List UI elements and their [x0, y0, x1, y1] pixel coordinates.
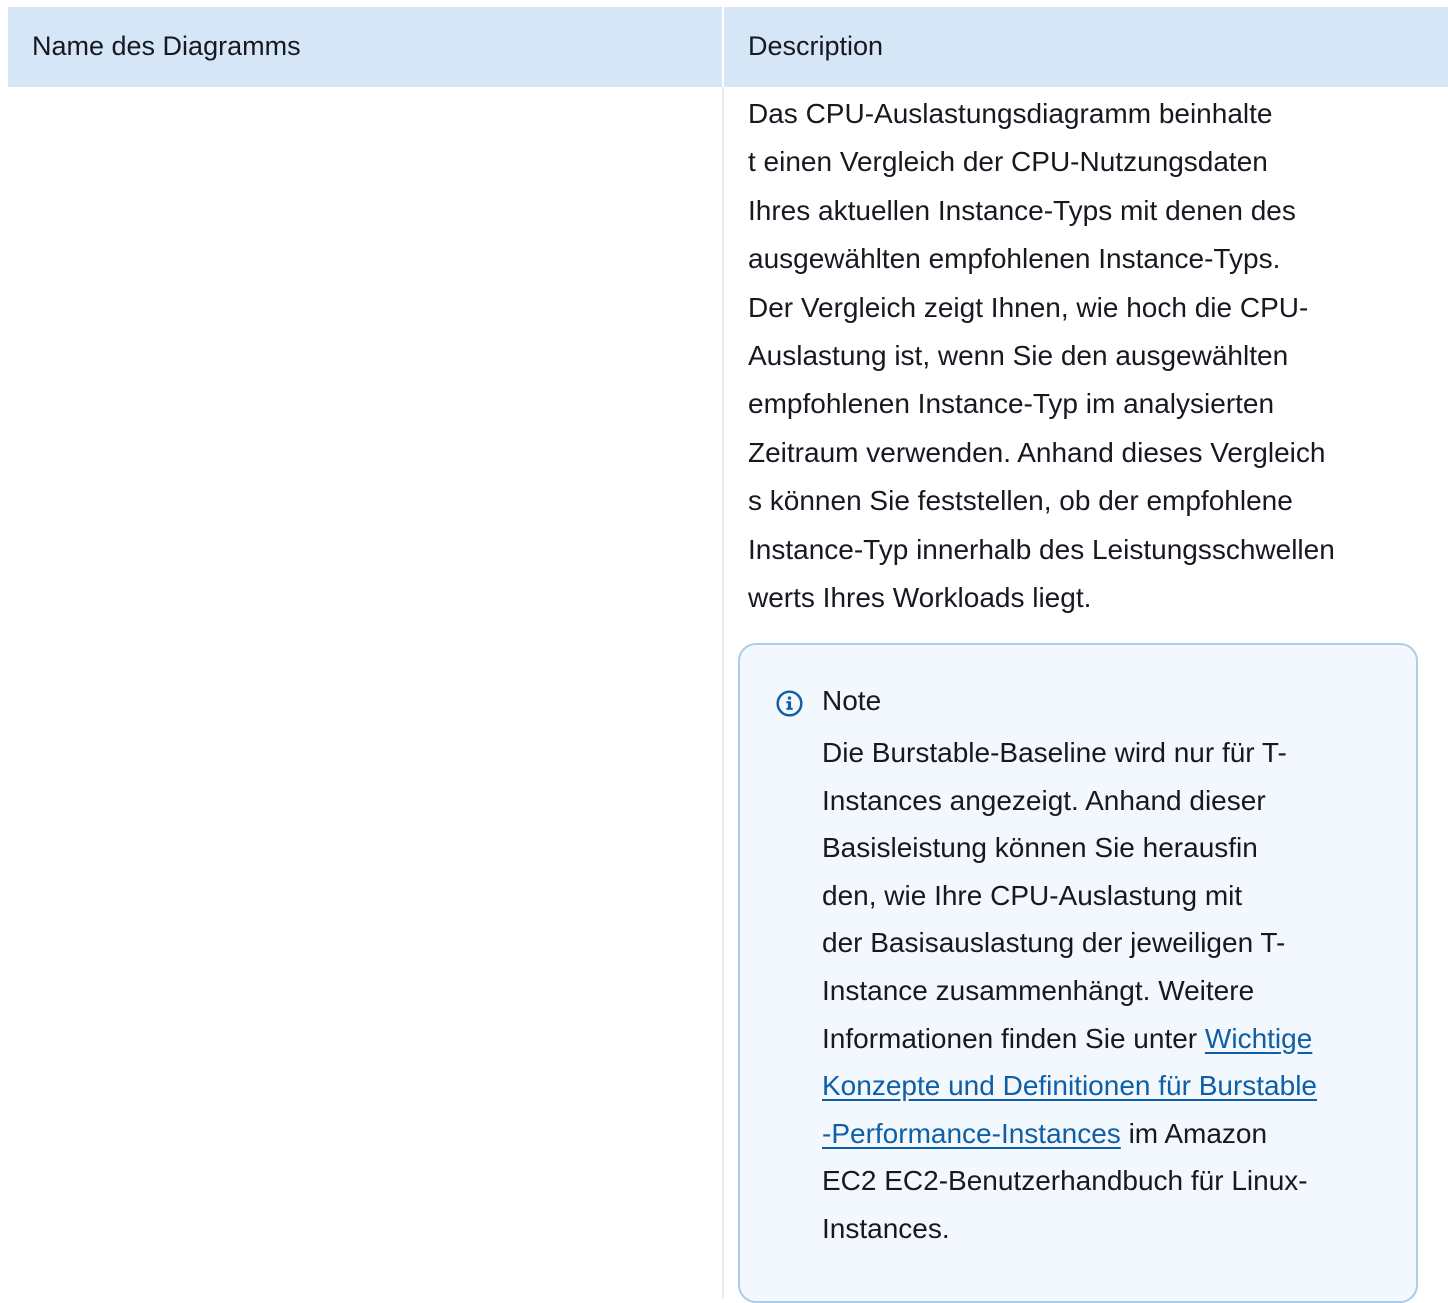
note-line: Konzepte und Definitionen für Burstable: [822, 1062, 1412, 1110]
note-line: der Basisauslastung der jeweiligen T-: [822, 927, 1286, 959]
note-title: Note: [822, 685, 882, 716]
note-line: EC2 EC2-Benutzerhandbuch für Linux-: [822, 1165, 1308, 1197]
note-line: Instance zusammenhängt. Weitere: [822, 974, 1255, 1006]
description-line: Ihres aktuellen Instance-Typs mit denen …: [748, 194, 1296, 226]
description-line: Das CPU-Auslastungsdiagramm beinhalte: [748, 98, 1273, 129]
note-line: den, wie Ihre CPU-Auslastung mit: [822, 879, 1243, 911]
note-callout: Note Die Burstable-Baseline wird nur für…: [738, 643, 1418, 1303]
description-line: empfohlenen Instance-Typ im analysierten: [748, 388, 1275, 420]
description-line: s können Sie feststellen, ob der empfohl…: [748, 485, 1293, 517]
description-line: t einen Vergleich der CPU-Nutzungsdaten: [748, 146, 1268, 178]
note-line: -Performance-Instances im Amazon: [822, 1110, 1412, 1158]
info-icon: [776, 690, 803, 717]
table-header-row: Name des Diagramms Description: [8, 7, 1448, 87]
description-line: Zeitraum verwenden. Anhand dieses Vergle…: [748, 436, 1326, 468]
note-line-text: im Amazon: [1120, 1117, 1268, 1149]
description-line: ausgewählten empfohlenen Instance-Typs.: [748, 243, 1281, 275]
description-line: werts Ihres Workloads liegt.: [748, 582, 1092, 614]
note-line-text: Informationen finden Sie unter: [822, 1022, 1205, 1054]
column-divider: [722, 87, 724, 1299]
note-line: Die Burstable-Baseline wird nur für T-: [822, 737, 1287, 768]
description-line: Auslastung ist, wenn Sie den ausgewählte…: [748, 340, 1289, 372]
column-header-chart-name: Name des Diagramms: [32, 31, 301, 61]
burstable-performance-link[interactable]: Konzepte und Definitionen für Burstable: [822, 1070, 1317, 1101]
note-line: Instances.: [822, 1212, 950, 1244]
note-body: Die Burstable-Baseline wird nur für T- I…: [822, 729, 1412, 1253]
note-line: Instances angezeigt. Anhand dieser: [822, 784, 1266, 816]
column-header-description: Description: [748, 31, 884, 61]
description-cell: Das CPU-Auslastungsdiagramm beinhalte t …: [748, 90, 1438, 622]
burstable-performance-link[interactable]: -Performance-Instances: [822, 1118, 1121, 1149]
description-line: Instance-Typ innerhalb des Leistungsschw…: [748, 533, 1335, 565]
note-line: Basisleistung können Sie herausfin: [822, 832, 1258, 864]
burstable-performance-link[interactable]: Wichtige: [1205, 1023, 1312, 1054]
header-column-divider: [722, 7, 724, 87]
description-line: Der Vergleich zeigt Ihnen, wie hoch die …: [748, 291, 1309, 323]
note-line: Informationen finden Sie unter Wichtige: [822, 1015, 1412, 1063]
